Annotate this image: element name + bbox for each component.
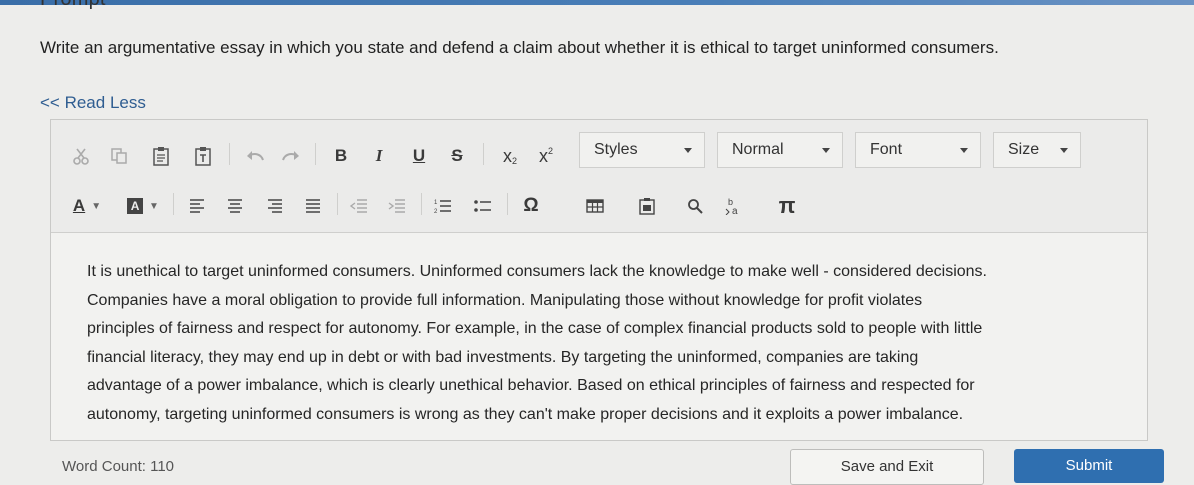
subscript-letter: x — [502, 145, 512, 166]
font-dropdown[interactable]: Font — [855, 132, 981, 168]
subscript-mark: 2 — [511, 156, 517, 166]
find-icon[interactable] — [681, 192, 709, 220]
toolbar-separator — [173, 193, 174, 215]
font-color-button[interactable]: A ▼ — [65, 192, 109, 220]
background-color-icon: A — [127, 198, 144, 214]
essay-line: principles of fairness and respect for a… — [87, 320, 983, 338]
essay-line: financial literacy, they may end up in d… — [87, 348, 919, 366]
toolbar-separator — [483, 143, 484, 165]
align-center-icon[interactable] — [221, 192, 249, 220]
paste-icon[interactable] — [147, 142, 175, 170]
essay-line: It is unethical to target uninformed con… — [87, 263, 987, 280]
background-color-button[interactable]: A ▼ — [121, 192, 165, 220]
rich-text-editor: B I U S x2 x2 Styles Normal Font Size A — [50, 119, 1148, 441]
superscript-button[interactable]: x2 — [531, 142, 561, 170]
special-character-button[interactable]: Ω — [517, 192, 545, 220]
size-dropdown-value: Size — [1008, 141, 1040, 158]
replace-icon[interactable]: ba — [719, 192, 747, 220]
styles-dropdown[interactable]: Styles — [579, 132, 705, 168]
word-count: Word Count: 110 — [62, 458, 175, 475]
chevron-down-icon — [1060, 148, 1068, 153]
superscript-letter: x — [538, 145, 548, 166]
align-left-icon[interactable] — [183, 192, 211, 220]
paste-text-icon[interactable] — [189, 142, 217, 170]
font-color-letter: A — [72, 196, 86, 215]
svg-text:1: 1 — [434, 200, 438, 206]
size-dropdown[interactable]: Size — [993, 132, 1081, 168]
format-dropdown[interactable]: Normal — [717, 132, 843, 168]
chevron-down-icon — [822, 148, 830, 153]
toolbar-separator — [337, 193, 338, 215]
styles-dropdown-value: Styles — [594, 141, 638, 158]
toolbar-separator — [315, 143, 316, 165]
underline-button[interactable]: U — [405, 142, 433, 170]
superscript-mark: 2 — [547, 146, 553, 156]
subscript-button[interactable]: x2 — [495, 142, 525, 170]
editor-toolbar: B I U S x2 x2 Styles Normal Font Size A — [51, 120, 1147, 233]
save-and-exit-button[interactable]: Save and Exit — [790, 449, 984, 485]
section-heading: Prompt — [40, 0, 106, 11]
editor-content[interactable]: It is unethical to target uninformed con… — [87, 258, 1137, 430]
redo-icon[interactable] — [277, 142, 305, 170]
chevron-down-icon: ▼ — [149, 200, 159, 212]
essay-line: Companies have a moral obligation to pro… — [87, 291, 923, 309]
numbered-list-icon[interactable]: 12 — [429, 192, 457, 220]
read-less-link[interactable]: << Read Less — [40, 93, 146, 113]
math-button[interactable]: π — [773, 192, 801, 220]
essay-line: advantage of a power imbalance, which is… — [87, 377, 975, 395]
image-icon[interactable] — [633, 192, 661, 220]
submit-button[interactable]: Submit — [1014, 449, 1164, 483]
bold-button[interactable]: B — [327, 142, 355, 170]
format-dropdown-value: Normal — [732, 141, 784, 158]
table-icon[interactable] — [581, 192, 609, 220]
align-right-icon[interactable] — [261, 192, 289, 220]
indent-icon[interactable] — [383, 192, 411, 220]
svg-text:2: 2 — [434, 209, 438, 214]
svg-text:a: a — [732, 206, 738, 215]
prompt-text: Write an argumentative essay in which yo… — [40, 38, 999, 57]
font-dropdown-value: Font — [870, 141, 903, 158]
outdent-icon[interactable] — [345, 192, 373, 220]
copy-icon[interactable] — [105, 142, 133, 170]
cut-icon[interactable] — [67, 142, 95, 170]
align-justify-icon[interactable] — [299, 192, 327, 220]
chevron-down-icon — [684, 148, 692, 153]
toolbar-separator — [229, 143, 230, 165]
toolbar-separator — [421, 193, 422, 215]
bulleted-list-icon[interactable] — [469, 192, 497, 220]
toolbar-separator — [507, 193, 508, 215]
chevron-down-icon: ▼ — [91, 200, 102, 212]
italic-button[interactable]: I — [365, 142, 393, 170]
chevron-down-icon — [960, 148, 968, 153]
strikethrough-button[interactable]: S — [443, 142, 471, 170]
essay-line: autonomy, targeting uninformed consumers… — [87, 405, 964, 423]
undo-icon[interactable] — [241, 142, 269, 170]
header-accent-bar — [0, 0, 1194, 5]
